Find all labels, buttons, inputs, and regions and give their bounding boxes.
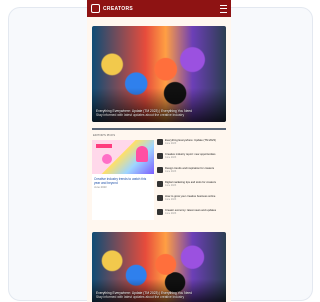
featured-article-title[interactable]: Creative industry trends to watch this y… (92, 174, 154, 185)
top-navigation-bar: CREATORS (87, 0, 231, 17)
featured-image-shape (96, 144, 112, 148)
list-item[interactable]: How to grow your creative business onlin… (157, 195, 227, 209)
section-label: EDITOR'S PICKS (93, 133, 116, 137)
article-thumbnail[interactable] (157, 181, 163, 187)
article-thumbnail[interactable] (157, 139, 163, 145)
hero-caption: Everything Everywhere: Update (TM 2023) … (96, 291, 222, 299)
hamburger-menu-icon[interactable] (220, 4, 227, 13)
brand-name: CREATORS (103, 5, 133, 12)
article-thumbnail[interactable] (157, 209, 163, 215)
phone-screen: CREATORS Everything Everywhere: Update (… (87, 0, 231, 302)
list-item[interactable]: Creative industry report: new opportunit… (157, 153, 227, 167)
article-list: Everything Everywhere: Update (TM 2023) … (157, 139, 227, 223)
featured-image-shape (136, 146, 148, 162)
article-thumbnail[interactable] (157, 153, 163, 159)
hero-caption: Everything Everywhere: Update (TM 2023) … (96, 109, 222, 117)
featured-article-date: June 2023 (94, 186, 107, 189)
article-date: June 2023 (165, 184, 177, 188)
article-date: June 2023 (165, 170, 177, 174)
featured-article-card[interactable]: Creative industry trends to watch this y… (92, 140, 154, 220)
list-item[interactable]: Digital marketing tips and tools for cre… (157, 181, 227, 195)
hero-banner-bottom[interactable]: Everything Everywhere: Update (TM 2023) … (92, 232, 226, 302)
list-item[interactable]: Creator economy: latest news and updates… (157, 209, 227, 223)
brand[interactable]: CREATORS (91, 4, 133, 13)
article-date: June 2023 (165, 156, 177, 160)
article-thumbnail[interactable] (157, 167, 163, 173)
logo-icon (91, 4, 100, 13)
article-date: June 2023 (165, 198, 177, 202)
section-divider (92, 128, 226, 130)
article-thumbnail[interactable] (157, 195, 163, 201)
hero-subtitle: Stay informed with latest updates about … (96, 112, 185, 117)
list-item[interactable]: Design trends and inspiration for creato… (157, 167, 227, 181)
article-date: June 2023 (165, 142, 177, 146)
hero-subtitle: Stay informed with latest updates about … (96, 294, 185, 299)
featured-image-shape (102, 154, 112, 164)
list-item[interactable]: Everything Everywhere: Update (TM 2023) … (157, 139, 227, 153)
featured-article-image[interactable] (92, 140, 154, 174)
hero-banner-top[interactable]: Everything Everywhere: Update (TM 2023) … (92, 26, 226, 122)
article-date: June 2023 (165, 212, 177, 216)
